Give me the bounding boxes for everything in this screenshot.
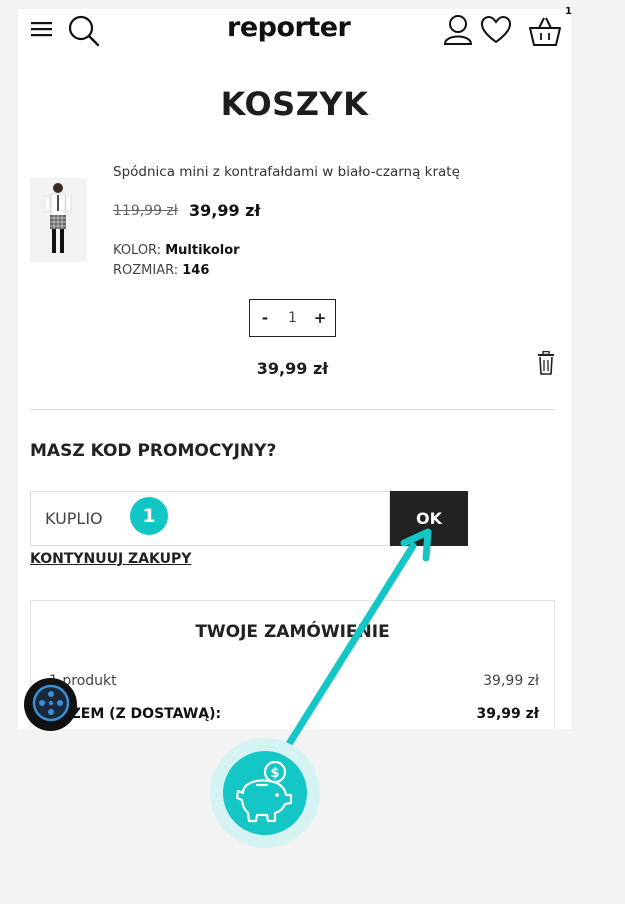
piggy-bank-icon: $ xyxy=(223,751,307,835)
svg-text:$: $ xyxy=(270,766,279,781)
savings-badge: $ xyxy=(210,738,320,848)
